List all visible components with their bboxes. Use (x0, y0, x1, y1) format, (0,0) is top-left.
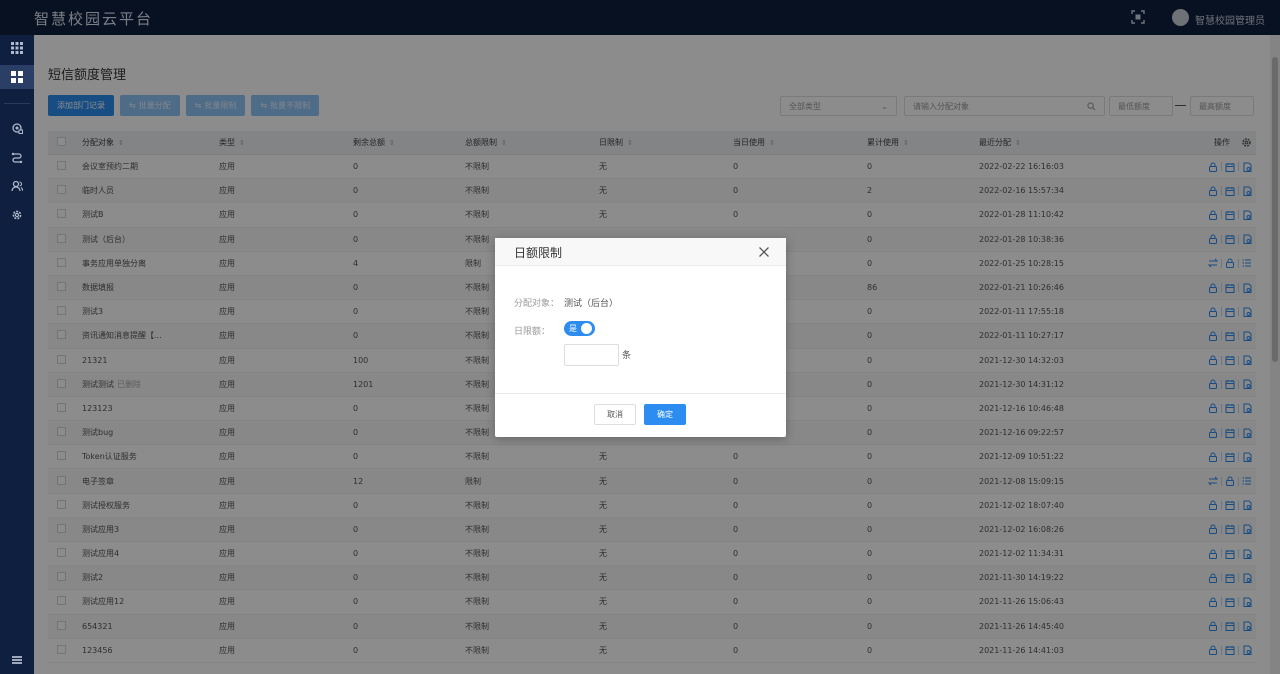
switch-text: 是 (569, 324, 577, 333)
target-value: 测试（后台） (564, 299, 619, 309)
modal-header: 日额限制 (495, 238, 786, 266)
daily-limit-switch[interactable]: 是 (564, 321, 595, 336)
menu-toggle-icon[interactable] (0, 648, 34, 672)
switch-knob (581, 323, 592, 334)
modal-title: 日额限制 (514, 246, 563, 260)
target-label: 分配对象： (514, 299, 560, 309)
gear-icon[interactable] (0, 203, 34, 227)
flow-icon[interactable] (0, 145, 34, 169)
cancel-button[interactable]: 取消 (594, 404, 636, 425)
modal-mask-top (0, 0, 1280, 35)
app-settings-icon[interactable] (0, 116, 34, 140)
close-icon[interactable] (758, 246, 770, 258)
dashboard-icon[interactable] (0, 65, 34, 89)
users-icon[interactable] (0, 174, 34, 198)
daily-limit-label: 日限额： (514, 327, 551, 337)
unit-label: 条 (622, 351, 632, 361)
sidebar (0, 35, 34, 674)
daily-limit-modal: 日额限制 分配对象： 测试（后台） 日限额： 是 条 取消 确定 (495, 238, 786, 437)
app-grid-icon[interactable] (0, 36, 34, 60)
modal-footer (495, 393, 786, 437)
divider (4, 103, 30, 104)
daily-limit-input[interactable] (564, 344, 619, 366)
confirm-button[interactable]: 确定 (644, 404, 686, 425)
